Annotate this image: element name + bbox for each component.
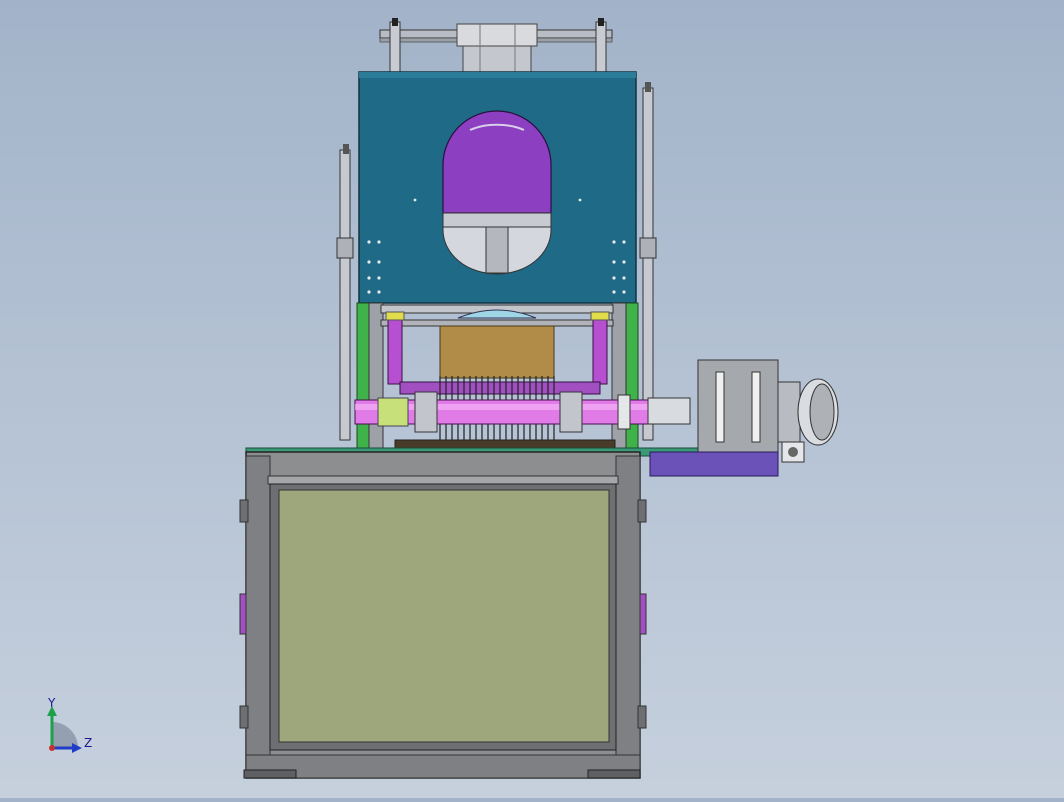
lower-frame <box>239 451 647 779</box>
main-housing[interactable] <box>358 71 637 304</box>
machine-assembly-drawing[interactable] <box>0 0 1064 798</box>
y-axis-label: Y <box>48 696 56 710</box>
drive-motor[interactable] <box>697 359 839 463</box>
viewing-window <box>442 110 552 214</box>
access-panel <box>278 489 610 743</box>
top-guide-assembly <box>379 18 613 73</box>
motor-base <box>649 451 779 477</box>
orientation-triad: Y Z <box>38 696 108 758</box>
z-axis-label: Z <box>84 736 93 750</box>
cad-viewport[interactable]: Y Z <box>0 0 1064 798</box>
main-shaft[interactable] <box>354 391 691 433</box>
